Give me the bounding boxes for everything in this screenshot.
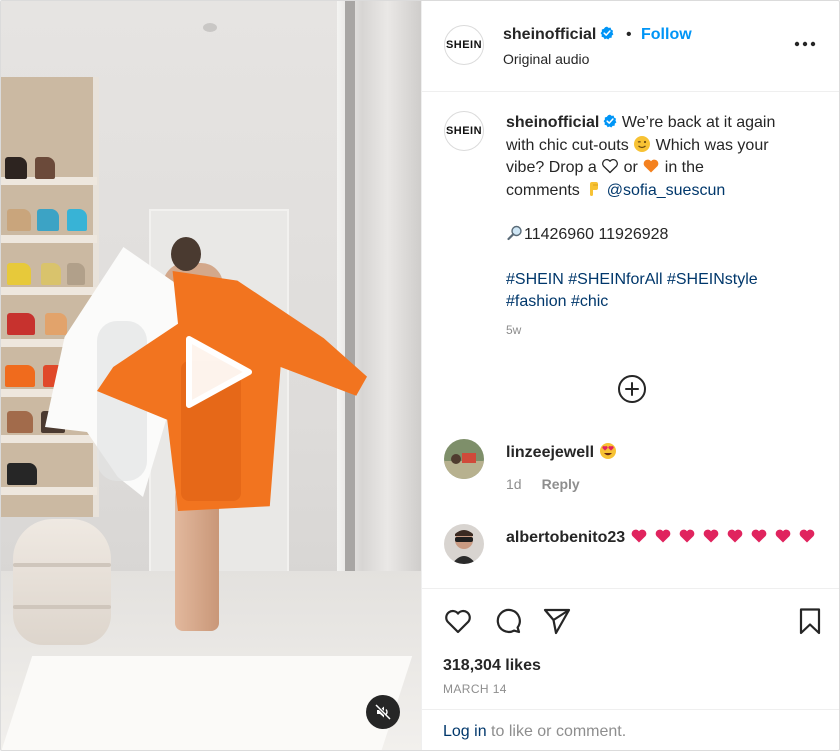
caption-author-username[interactable]: sheinofficial (506, 114, 599, 131)
winking-face-icon (634, 135, 651, 152)
red-heart-icon (799, 529, 814, 543)
shoe-shelf (1, 77, 99, 517)
commenter-username[interactable]: linzeejewell (506, 444, 594, 461)
post-date[interactable]: MARCH 14 (443, 682, 507, 696)
more-horizontal-icon[interactable] (794, 37, 816, 51)
post-video[interactable] (1, 1, 421, 750)
caption-author-avatar[interactable]: SHEIN (444, 111, 484, 151)
muted-speaker-icon[interactable] (366, 695, 400, 729)
hashtag-link[interactable]: #SHEINforAll (568, 271, 662, 288)
reply-button[interactable]: Reply (542, 476, 580, 492)
red-heart-icon (631, 529, 646, 543)
sunlight-patch (1, 656, 413, 750)
white-heart-icon (602, 159, 619, 174)
verified-badge-icon (600, 26, 614, 40)
red-heart-icon (679, 529, 694, 543)
comments-scroll-area[interactable]: SHEIN sheinofficial We’re back at it aga… (422, 93, 839, 588)
commenter-avatar[interactable] (444, 524, 484, 564)
play-icon[interactable] (175, 331, 257, 413)
follow-button[interactable]: Follow (641, 26, 692, 44)
person-head (171, 237, 201, 271)
commenter-avatar[interactable] (444, 439, 484, 479)
login-link[interactable]: Log in (443, 723, 487, 740)
red-heart-icon (727, 529, 742, 543)
heart-eyes-icon (599, 443, 616, 459)
separator-dot: • (626, 26, 632, 43)
post-caption: sheinofficial We’re back at it again wit… (506, 114, 776, 310)
orange-heart-icon (643, 159, 659, 173)
author-avatar[interactable]: SHEIN (444, 25, 484, 65)
post-dialog: SHEIN sheinofficial • Follow Original au… (0, 0, 840, 751)
comment-time[interactable]: 1d (506, 476, 522, 492)
hashtag-link[interactable]: #SHEIN (506, 271, 564, 288)
red-heart-icon (703, 529, 718, 543)
red-heart-icon (655, 529, 670, 543)
magnifying-glass-icon (507, 225, 522, 241)
post-details-panel: SHEIN sheinofficial • Follow Original au… (421, 1, 839, 750)
caption-timestamp[interactable]: 5w (506, 323, 521, 337)
likes-count[interactable]: 318,304 likes (443, 657, 541, 675)
mention-link[interactable]: @sofia_suescun (607, 182, 726, 199)
bookmark-icon[interactable] (795, 606, 825, 636)
verified-badge-icon (603, 114, 617, 128)
red-heart-icon (751, 529, 766, 543)
login-prompt: Log in to like or comment. (422, 709, 839, 750)
red-heart-emoji-row (630, 529, 822, 546)
plus-circle-icon[interactable] (617, 374, 647, 404)
ceiling-light (203, 23, 217, 32)
hashtag-link[interactable]: #fashion (506, 293, 567, 310)
backhand-index-pointing-down-icon (590, 181, 599, 196)
paper-plane-icon[interactable] (542, 606, 572, 636)
heart-outline-icon[interactable] (443, 606, 473, 636)
hashtag-link[interactable]: #SHEINstyle (667, 271, 758, 288)
red-heart-icon (775, 529, 790, 543)
author-username[interactable]: sheinofficial (503, 26, 614, 44)
commenter-username[interactable]: albertobenito23 (506, 529, 625, 546)
pouf (13, 519, 111, 645)
hashtag-link[interactable]: #chic (571, 293, 608, 310)
comment-icon[interactable] (493, 606, 523, 636)
original-audio-link[interactable]: Original audio (503, 51, 589, 67)
post-header: SHEIN sheinofficial • Follow Original au… (422, 1, 839, 92)
post-actions: 318,304 likes MARCH 14 Log in to like or… (422, 588, 839, 750)
